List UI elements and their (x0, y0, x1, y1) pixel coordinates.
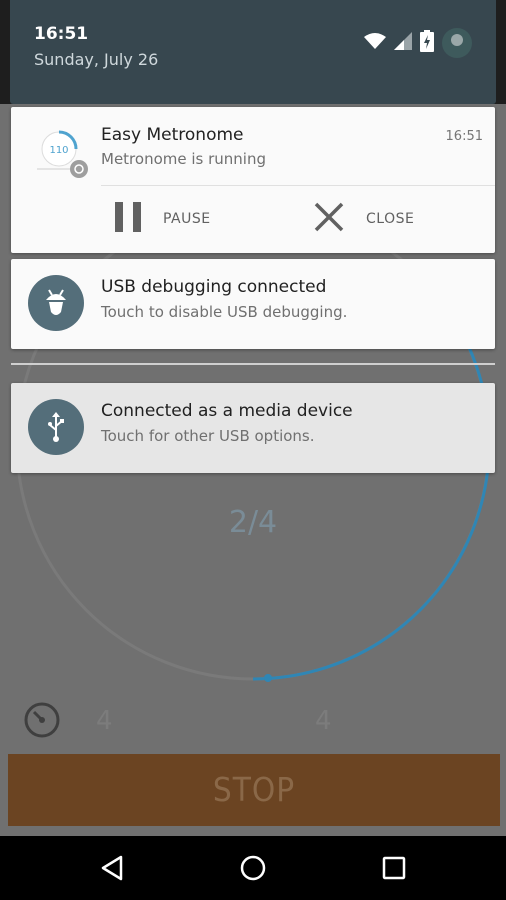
clock: 16:51 (34, 24, 89, 44)
beats-left-value[interactable]: 4 (96, 706, 113, 736)
quick-header[interactable]: 16:51 Sunday, July 26 (10, 0, 496, 104)
notification-easy-metronome[interactable]: 110 Easy Metronome Metronome is running … (11, 107, 495, 253)
divider (11, 363, 495, 365)
back-icon[interactable] (94, 850, 130, 886)
pause-label: PAUSE (163, 211, 211, 227)
android-debug-icon (28, 275, 84, 331)
metronome-app-icon: 110 (33, 121, 93, 181)
pause-icon (115, 202, 141, 236)
stop-button[interactable]: STOP (8, 754, 500, 826)
close-label: CLOSE (366, 211, 415, 227)
svg-text:110: 110 (49, 145, 68, 156)
avatar[interactable] (442, 28, 472, 58)
notification-text: Touch for other USB options. (101, 427, 315, 445)
wifi-icon (364, 32, 386, 54)
battery-charging-icon (420, 30, 434, 56)
usb-icon (28, 399, 84, 455)
home-icon[interactable] (235, 850, 271, 886)
status-icons (364, 26, 472, 60)
notification-text: Touch to disable USB debugging. (101, 303, 348, 321)
notification-media-device[interactable]: Connected as a media device Touch for ot… (11, 383, 495, 473)
beat-counter: 2/4 (228, 505, 278, 540)
timer-icon[interactable] (22, 700, 62, 744)
divider (101, 185, 495, 186)
beats-right-value[interactable]: 4 (315, 706, 332, 736)
notification-text: Metronome is running (101, 150, 266, 168)
notification-title: Connected as a media device (101, 401, 353, 421)
date: Sunday, July 26 (34, 50, 159, 69)
progress-dot (264, 674, 272, 682)
notification-title: USB debugging connected (101, 277, 327, 297)
signal-icon (394, 32, 412, 54)
recents-icon[interactable] (376, 850, 412, 886)
notification-time: 16:51 (445, 129, 483, 144)
pause-action[interactable]: PAUSE (115, 191, 211, 247)
close-action[interactable]: CLOSE (314, 191, 414, 247)
navigation-bar (0, 836, 506, 900)
notification-title: Easy Metronome (101, 125, 244, 145)
close-icon (314, 202, 344, 236)
notification-usb-debugging[interactable]: USB debugging connected Touch to disable… (11, 259, 495, 349)
